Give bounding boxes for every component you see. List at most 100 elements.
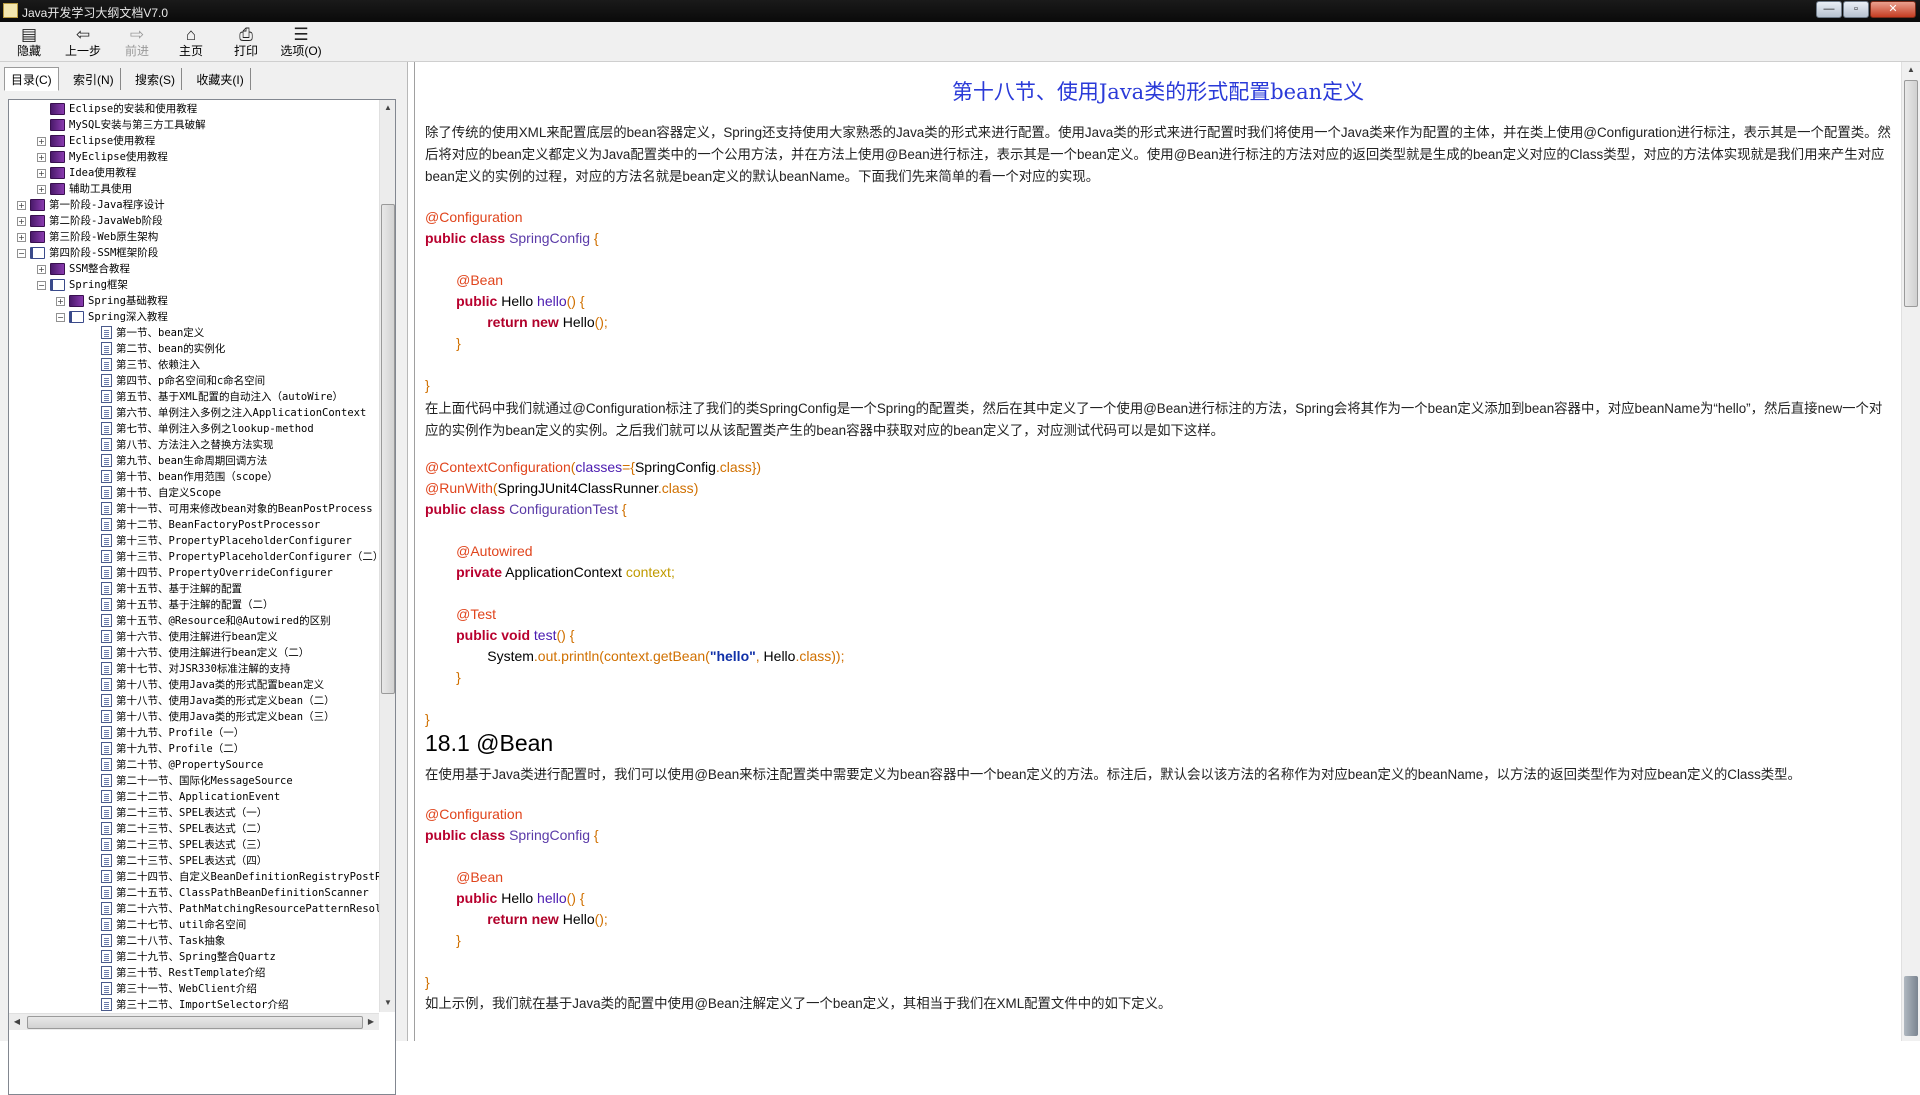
collapse-icon[interactable]: − <box>37 281 46 290</box>
tree-item[interactable]: 第二十三节、SPEL表达式（一） <box>9 805 379 821</box>
tree-item[interactable]: 第七节、单例注入多例之lookup-method <box>9 421 379 437</box>
tree-item[interactable]: 第二十三节、SPEL表达式（二） <box>9 821 379 837</box>
tree-item[interactable]: − Spring框架 <box>9 277 379 293</box>
tree-item[interactable]: 第十六节、使用注解进行bean定义 <box>9 629 379 645</box>
expand-icon[interactable]: + <box>37 265 46 274</box>
tree-item[interactable]: 第三节、依赖注入 <box>9 357 379 373</box>
tree-item[interactable]: 第十九节、Profile（一） <box>9 725 379 741</box>
code-token: classes <box>575 459 623 475</box>
tree-item[interactable]: 第十五节、基于注解的配置（二） <box>9 597 379 613</box>
tree-item[interactable]: 第二十八节、Task抽象 <box>9 933 379 949</box>
tree-item[interactable]: 第十四节、PropertyOverrideConfigurer <box>9 565 379 581</box>
tree-item[interactable]: + 第三阶段-Web原生架构 <box>9 229 379 245</box>
tab-index[interactable]: 索引(N) <box>67 68 121 90</box>
code-token: ) <box>693 480 699 496</box>
maximize-button[interactable]: ▫ <box>1843 1 1869 18</box>
tree-item[interactable]: 第三十一节、WebClient介绍 <box>9 981 379 997</box>
expand-icon[interactable]: + <box>37 137 46 146</box>
tree-item[interactable]: 第二十九节、Spring整合Quartz <box>9 949 379 965</box>
tab-search[interactable]: 搜索(S) <box>129 68 183 90</box>
tree-item[interactable]: 第十五节、基于注解的配置 <box>9 581 379 597</box>
hide-button[interactable]: ▤ 隐藏 <box>0 24 58 60</box>
scroll-left-arrow-icon[interactable]: ◀ <box>9 1014 25 1030</box>
tree-item-label: 第三阶段-Web原生架构 <box>49 231 159 243</box>
tree-item[interactable]: + 第一阶段-Java程序设计 <box>9 197 379 213</box>
tree-item[interactable]: 第十五节、@Resource和@Autowired的区别 <box>9 613 379 629</box>
tree-item[interactable]: 第十三节、PropertyPlaceholderConfigurer（二） <box>9 549 379 565</box>
tree-item[interactable]: − Spring深入教程 <box>9 309 379 325</box>
tree-item[interactable]: 第五节、基于XML配置的自动注入（autoWire） <box>9 389 379 405</box>
tree-item[interactable]: 第二十六节、PathMatchingResourcePatternResolv <box>9 901 379 917</box>
expand-icon[interactable]: + <box>17 217 26 226</box>
content-scroll-thumb[interactable] <box>1904 80 1918 307</box>
tree-item[interactable]: 第十一节、可用来修改bean对象的BeanPostProcess <box>9 501 379 517</box>
tree-item[interactable]: 第二十三节、SPEL表达式（三） <box>9 837 379 853</box>
tree-item[interactable]: + Idea使用教程 <box>9 165 379 181</box>
tree-item[interactable]: 第二十五节、ClassPathBeanDefinitionScanner <box>9 885 379 901</box>
tree-item[interactable]: 第二节、bean的实例化 <box>9 341 379 357</box>
tree-item[interactable]: 第十七节、对JSR330标准注解的支持 <box>9 661 379 677</box>
back-button[interactable]: ⇦ 上一步 <box>54 24 112 60</box>
scroll-up-arrow-icon[interactable]: ▲ <box>380 100 395 116</box>
minimize-button[interactable]: — <box>1816 1 1842 18</box>
forward-button[interactable]: ⇨ 前进 <box>108 24 166 60</box>
tree-item[interactable]: 第四节、p命名空间和c命名空间 <box>9 373 379 389</box>
tree-item[interactable]: + SSM整合教程 <box>9 261 379 277</box>
tree-item[interactable]: 第二十三节、SPEL表达式（四） <box>9 853 379 869</box>
expand-icon[interactable]: + <box>37 169 46 178</box>
expand-icon[interactable]: + <box>37 153 46 162</box>
tree-item[interactable]: 第九节、bean生命周期回调方法 <box>9 453 379 469</box>
tree-item[interactable]: 第三十节、RestTemplate介绍 <box>9 965 379 981</box>
tree-item[interactable]: MySQL安装与第三方工具破解 <box>9 117 379 133</box>
resize-grip[interactable] <box>1904 976 1918 1036</box>
tree-horizontal-scrollbar[interactable]: ◀ ▶ <box>9 1013 379 1030</box>
tree-item[interactable]: + Spring基础教程 <box>9 293 379 309</box>
tree-item[interactable]: 第二十一节、国际化MessageSource <box>9 773 379 789</box>
collapse-icon[interactable]: − <box>17 249 26 258</box>
tree-item[interactable]: + MyEclipse使用教程 <box>9 149 379 165</box>
scroll-down-arrow-icon[interactable]: ▼ <box>380 995 395 1011</box>
expand-icon[interactable]: + <box>17 233 26 242</box>
tree-item[interactable]: 第二十四节、自定义BeanDefinitionRegistryPostP <box>9 869 379 885</box>
tree-item[interactable]: 第十二节、BeanFactoryPostProcessor <box>9 517 379 533</box>
home-button[interactable]: ⌂ 主页 <box>162 24 220 60</box>
close-button[interactable]: ✕ <box>1870 1 1916 18</box>
tree-item[interactable]: + 第二阶段-JavaWeb阶段 <box>9 213 379 229</box>
code-block-configurationtest: @ContextConfiguration(classes={SpringCon… <box>425 457 844 730</box>
print-button[interactable]: ⎙ 打印 <box>217 24 275 60</box>
expand-icon[interactable]: + <box>17 201 26 210</box>
tree-item[interactable]: 第十节、自定义Scope <box>9 485 379 501</box>
options-button[interactable]: ☰ 选项(O) <box>272 24 330 60</box>
tree-item[interactable]: 第十节、bean作用范围（scope） <box>9 469 379 485</box>
tree-item-label: 第六节、单例注入多例之注入ApplicationContext <box>116 407 367 419</box>
tree-item[interactable]: + 辅助工具使用 <box>9 181 379 197</box>
tree-item[interactable]: 第六节、单例注入多例之注入ApplicationContext <box>9 405 379 421</box>
tree-scroll-thumb[interactable] <box>381 204 395 694</box>
expand-icon[interactable]: + <box>37 185 46 194</box>
tree-item[interactable]: 第一节、bean定义 <box>9 325 379 341</box>
expand-icon[interactable]: + <box>56 297 65 306</box>
content-vertical-scrollbar[interactable]: ▲ <box>1901 62 1920 1041</box>
tree-item[interactable]: 第十九节、Profile（二） <box>9 741 379 757</box>
tree-item[interactable]: 第二十七节、util命名空间 <box>9 917 379 933</box>
tree-item[interactable]: 第三十二节、ImportSelector介绍 <box>9 997 379 1013</box>
code-token: Hello <box>562 314 595 330</box>
tree-hscroll-thumb[interactable] <box>27 1016 363 1029</box>
tree-item[interactable]: Eclipse的安装和使用教程 <box>9 101 379 117</box>
tree-item[interactable]: 第十八节、使用Java类的形式定义bean（三） <box>9 709 379 725</box>
tree-item[interactable]: 第十八节、使用Java类的形式定义bean（二） <box>9 693 379 709</box>
tab-contents[interactable]: 目录(C) <box>4 67 59 91</box>
tree-item[interactable]: 第二十节、@PropertySource <box>9 757 379 773</box>
tree-item[interactable]: 第十六节、使用注解进行bean定义（二） <box>9 645 379 661</box>
tree-item[interactable]: 第十八节、使用Java类的形式配置bean定义 <box>9 677 379 693</box>
tree-item[interactable]: 第八节、方法注入之替换方法实现 <box>9 437 379 453</box>
scroll-up-arrow-icon[interactable]: ▲ <box>1903 62 1919 78</box>
tree-vertical-scrollbar[interactable]: ▲ ▼ <box>379 100 395 1012</box>
tree-item[interactable]: 第十三节、PropertyPlaceholderConfigurer <box>9 533 379 549</box>
tab-favorites[interactable]: 收藏夹(I) <box>190 68 251 90</box>
tree-item[interactable]: + Eclipse使用教程 <box>9 133 379 149</box>
collapse-icon[interactable]: − <box>56 313 65 322</box>
tree-item[interactable]: − 第四阶段-SSM框架阶段 <box>9 245 379 261</box>
tree-item[interactable]: 第二十二节、ApplicationEvent <box>9 789 379 805</box>
scroll-right-arrow-icon[interactable]: ▶ <box>363 1014 379 1030</box>
